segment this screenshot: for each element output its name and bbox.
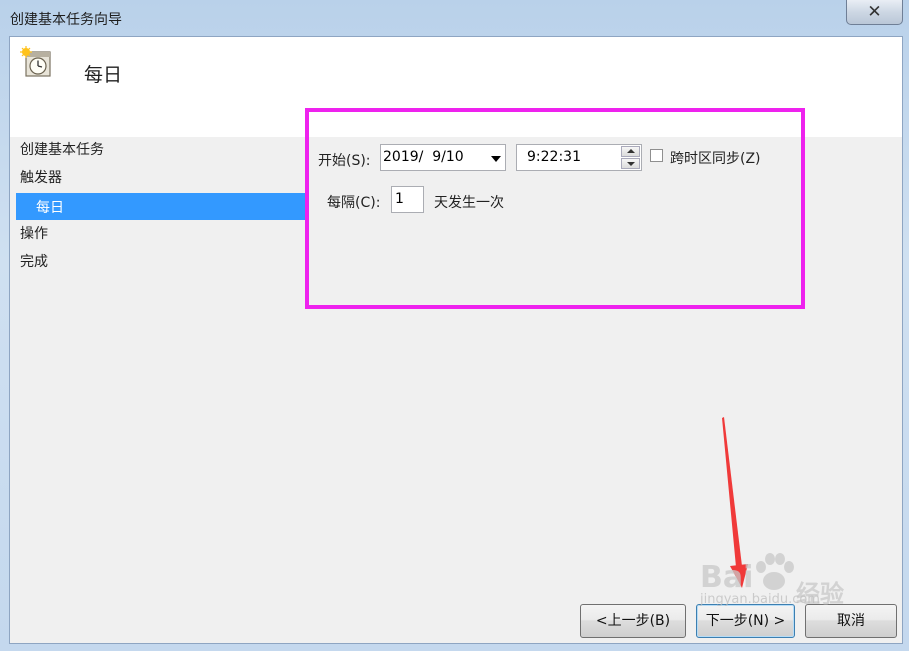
next-button[interactable]: 下一步(N) > (696, 604, 795, 638)
cancel-button[interactable]: 取消 (805, 604, 897, 638)
back-button[interactable]: <上一步(B) (580, 604, 686, 638)
watermark-url: jingyan.baidu.com (700, 592, 820, 607)
window-frame: 创建基本任务向导 ✕ 每日 创建基本任务 触发器 每日 操作 完成 开始(S):… (0, 0, 909, 651)
watermark-brand: Bai (700, 560, 754, 595)
paw-icon (756, 553, 794, 590)
